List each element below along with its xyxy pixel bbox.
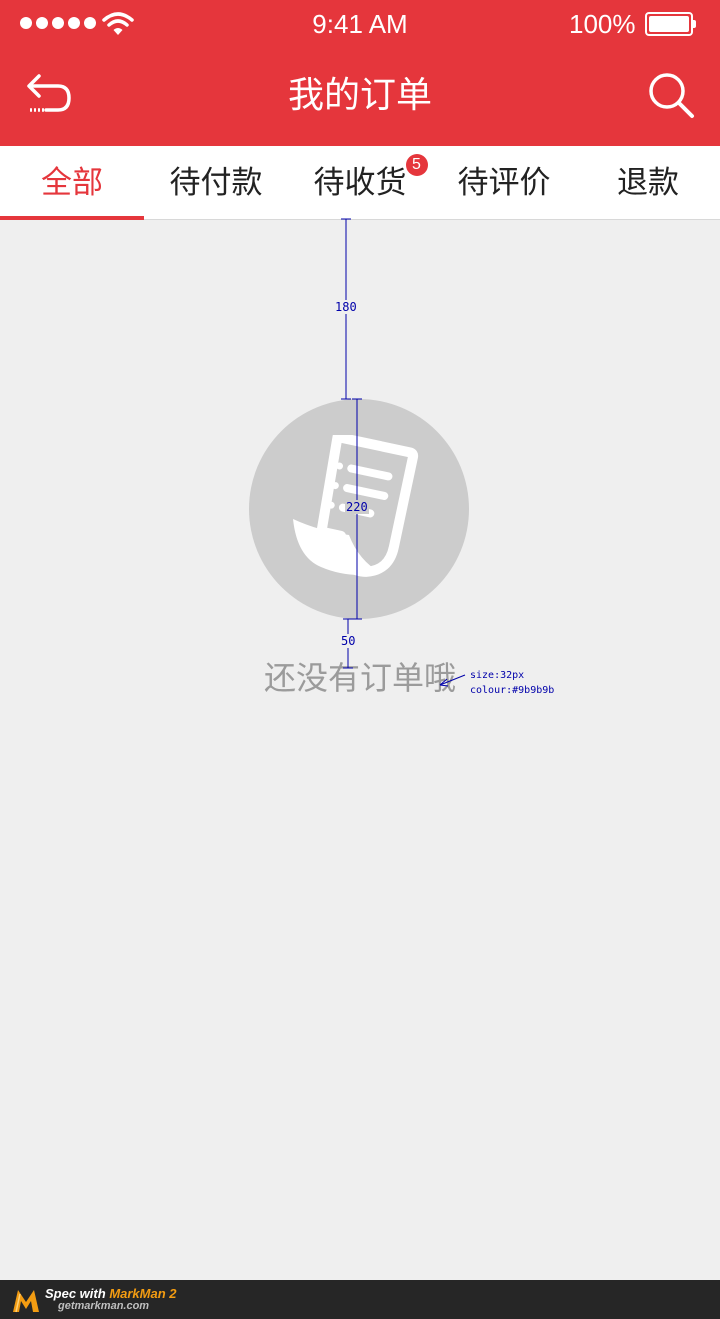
app-header: 9:41 AM 100% 我的订单 bbox=[0, 0, 720, 146]
spec-text-gap: 50 bbox=[340, 634, 357, 648]
tab-label: 待收货 5 bbox=[314, 154, 428, 202]
spec-text-colour: colour:#9b9b9b bbox=[470, 685, 555, 696]
tab-all[interactable]: 全部 bbox=[0, 146, 144, 220]
order-status-tabs: 全部 待付款 待收货 5 待评价 退款 bbox=[0, 146, 720, 220]
footer-brand-line: Spec with MarkMan 2 bbox=[45, 1286, 177, 1301]
spec-icon-diameter: 220 bbox=[345, 500, 369, 514]
page-title: 我的订单 bbox=[287, 75, 432, 116]
status-bar: 9:41 AM 100% bbox=[0, 0, 720, 48]
tab-label: 退款 bbox=[617, 165, 679, 201]
tab-pending-payment[interactable]: 待付款 bbox=[144, 146, 288, 219]
tab-label: 全部 bbox=[41, 165, 103, 201]
tab-label: 待评价 bbox=[457, 165, 551, 201]
markman-footer-banner: Spec with MarkMan 2 getmarkman.com bbox=[0, 1280, 720, 1319]
navigation-bar: 我的订单 bbox=[0, 48, 720, 146]
spec-text-size: size:32px bbox=[470, 670, 525, 681]
tab-badge: 5 bbox=[405, 154, 428, 176]
empty-state-message: 还没有订单哦 bbox=[263, 659, 456, 697]
tab-pending-receipt[interactable]: 待收货 5 bbox=[288, 146, 432, 219]
footer-url: getmarkman.com bbox=[58, 1300, 150, 1312]
search-icon[interactable] bbox=[646, 70, 698, 122]
battery-percentage: 100% bbox=[569, 9, 636, 39]
markman-logo-icon bbox=[13, 1290, 39, 1313]
tab-label: 待付款 bbox=[169, 165, 263, 201]
tab-refund[interactable]: 退款 bbox=[576, 146, 720, 219]
spec-top-gap: 180 bbox=[334, 300, 358, 314]
battery-icon bbox=[645, 12, 696, 36]
tab-pending-review[interactable]: 待评价 bbox=[432, 146, 576, 219]
